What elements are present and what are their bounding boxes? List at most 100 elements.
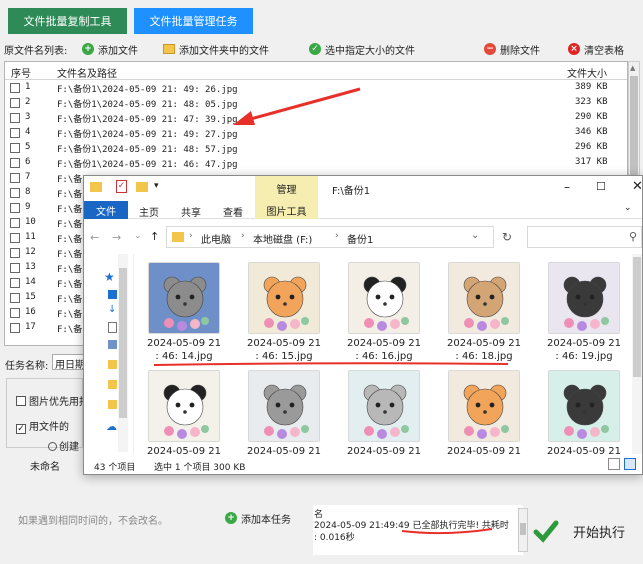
row-checkbox[interactable]: [10, 308, 20, 318]
scroll-up-icon[interactable]: ▲: [630, 64, 638, 72]
up-arrow-icon[interactable]: ↑: [150, 230, 159, 243]
nav-scroll-thumb[interactable]: [119, 268, 127, 418]
row-size: 290 KB: [575, 112, 608, 122]
table-row[interactable]: 6 F:\备份1\2024-05-09 21: 46: 47.jpg 317 KB: [5, 156, 627, 171]
details-view-icon[interactable]: [608, 458, 620, 470]
image-thumbnail[interactable]: [248, 370, 320, 442]
image-thumbnail[interactable]: [548, 370, 620, 442]
create-radio[interactable]: [48, 442, 57, 451]
image-tile[interactable]: 2024-05-09 21: 46: 19.jpg: [534, 262, 634, 366]
row-checkbox[interactable]: [10, 248, 20, 258]
back-arrow-icon[interactable]: ←: [90, 231, 99, 244]
row-path: F:\备: [57, 205, 83, 215]
image-thumbnail[interactable]: [148, 370, 220, 442]
ribbon-tab-share[interactable]: 共享: [181, 204, 201, 219]
add-folder-button[interactable]: 添加文件夹中的文件: [163, 42, 269, 57]
log-scrollbar[interactable]: [518, 508, 528, 552]
row-checkbox[interactable]: [10, 128, 20, 138]
row-path: F:\备: [57, 220, 83, 230]
image-thumbnail[interactable]: [448, 262, 520, 334]
row-checkbox[interactable]: [10, 158, 20, 168]
image-tile[interactable]: 2024-05-09 21: 46: 15.jpg: [234, 262, 334, 366]
row-checkbox[interactable]: [10, 278, 20, 288]
breadcrumb-drive[interactable]: 本地磁盘 (F:): [253, 231, 312, 246]
desktop-icon[interactable]: [108, 290, 117, 299]
image-first-checkbox[interactable]: [16, 396, 26, 406]
chevron-right-icon: ›: [335, 231, 339, 241]
clear-table-button[interactable]: × 清空表格: [568, 42, 624, 57]
row-path: F:\备份1\2024-05-09 21: 47: 39.jpg: [57, 115, 238, 125]
chevron-down-icon[interactable]: ⌄: [134, 231, 142, 241]
image-tile[interactable]: 2024-05-09 21: 46: 18.jpg: [434, 262, 534, 366]
row-checkbox[interactable]: [10, 143, 20, 153]
ribbon-tab-view[interactable]: 查看: [223, 204, 243, 219]
close-icon[interactable]: ✕: [632, 179, 642, 194]
maximize-icon[interactable]: ☐: [596, 180, 606, 193]
use-file-checkbox[interactable]: ✓: [16, 424, 26, 434]
folder-icon[interactable]: [108, 400, 117, 409]
add-task-button[interactable]: + 添加本任务: [225, 508, 300, 528]
thumbnail-view-icon[interactable]: [624, 458, 636, 470]
tab-file-manage-task[interactable]: 文件批量管理任务: [134, 8, 253, 34]
image-thumbnail[interactable]: [148, 262, 220, 334]
chevron-down-icon[interactable]: ⌄: [471, 230, 479, 241]
tab-file-copy-tool[interactable]: 文件批量复制工具: [8, 8, 127, 34]
row-checkbox[interactable]: [10, 218, 20, 228]
refresh-icon[interactable]: ↻: [502, 230, 512, 244]
image-thumbnail[interactable]: [448, 370, 520, 442]
image-tile[interactable]: 2024-05-09 21: 46: 16.jpg: [334, 262, 434, 366]
ribbon-context-tab[interactable]: 管理: [255, 176, 318, 201]
search-input[interactable]: ⚲: [527, 226, 642, 248]
ribbon-tab-picture-tools[interactable]: 图片工具: [255, 201, 318, 219]
select-by-size-button[interactable]: ✓ 选中指定大小的文件: [309, 42, 415, 57]
breadcrumb-this-pc[interactable]: 此电脑: [201, 231, 231, 246]
ribbon-tab-home[interactable]: 主页: [139, 204, 159, 219]
row-checkbox[interactable]: [10, 203, 20, 213]
nav-scrollbar[interactable]: [118, 254, 128, 452]
image-thumbnail[interactable]: [348, 262, 420, 334]
chevron-down-icon[interactable]: ⌄: [624, 203, 632, 213]
row-checkbox[interactable]: [10, 83, 20, 93]
download-icon[interactable]: ↓: [108, 304, 116, 315]
row-checkbox[interactable]: [10, 323, 20, 333]
image-first-option[interactable]: 图片优先用拍: [16, 393, 89, 408]
row-checkbox[interactable]: [10, 113, 20, 123]
use-file-option[interactable]: ✓ 用文件的: [16, 418, 69, 434]
check-icon[interactable]: ✓: [116, 180, 127, 193]
folder-icon[interactable]: [108, 360, 117, 369]
address-bar[interactable]: › 此电脑 › 本地磁盘 (F:) › 备份1 ⌄: [166, 226, 494, 248]
image-thumbnail[interactable]: [348, 370, 420, 442]
row-checkbox[interactable]: [10, 233, 20, 243]
create-option[interactable]: 创建: [48, 438, 79, 453]
row-path: F:\备份1\2024-05-09 21: 49: 27.jpg: [57, 130, 238, 140]
chevron-down-icon[interactable]: ▾: [154, 181, 159, 191]
forward-arrow-icon[interactable]: →: [112, 231, 121, 244]
row-index: 17: [25, 322, 36, 332]
picture-icon[interactable]: [108, 340, 117, 349]
row-checkbox[interactable]: [10, 293, 20, 303]
grid-scroll-thumb[interactable]: [633, 257, 641, 377]
image-thumbnail[interactable]: [548, 262, 620, 334]
row-checkbox[interactable]: [10, 173, 20, 183]
ribbon-tab-file[interactable]: 文件: [84, 201, 128, 219]
task-name-select[interactable]: 用日期: [52, 354, 84, 370]
grid-scrollbar[interactable]: [632, 254, 642, 454]
add-file-button[interactable]: + 添加文件: [82, 42, 138, 57]
star-icon[interactable]: ★: [104, 270, 115, 284]
folder-icon[interactable]: [136, 182, 148, 192]
minimize-icon[interactable]: –: [564, 180, 570, 194]
document-icon[interactable]: [108, 322, 117, 333]
log-scroll-thumb[interactable]: [520, 523, 526, 535]
cloud-icon[interactable]: ☁: [106, 420, 117, 433]
search-icon[interactable]: ⚲: [629, 230, 637, 243]
row-checkbox[interactable]: [10, 98, 20, 108]
table-row[interactable]: 5 F:\备份1\2024-05-09 21: 48: 57.jpg 296 KB: [5, 141, 627, 156]
folder-icon[interactable]: [108, 380, 117, 389]
row-checkbox[interactable]: [10, 188, 20, 198]
start-button[interactable]: 开始执行: [533, 513, 638, 549]
image-thumbnail[interactable]: [248, 262, 320, 334]
image-tile[interactable]: 2024-05-09 21: 46: 14.jpg: [134, 262, 234, 366]
delete-file-button[interactable]: − 删除文件: [484, 42, 540, 57]
breadcrumb-folder[interactable]: 备份1: [347, 231, 373, 246]
row-checkbox[interactable]: [10, 263, 20, 273]
